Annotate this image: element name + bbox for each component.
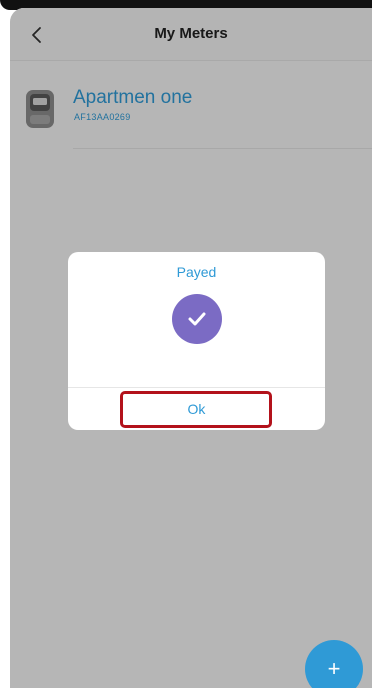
ok-button[interactable]: Ok <box>68 388 325 430</box>
payment-success-dialog: Payed Ok <box>68 252 325 430</box>
check-circle-icon <box>172 294 222 344</box>
phone-frame: My Meters Apartmen one AF13AA0269 Payed … <box>0 0 372 688</box>
checkmark-icon <box>188 312 206 326</box>
dialog-title: Payed <box>176 264 217 280</box>
plus-icon: + <box>327 656 341 681</box>
app-screen: My Meters Apartmen one AF13AA0269 Payed … <box>10 8 372 688</box>
